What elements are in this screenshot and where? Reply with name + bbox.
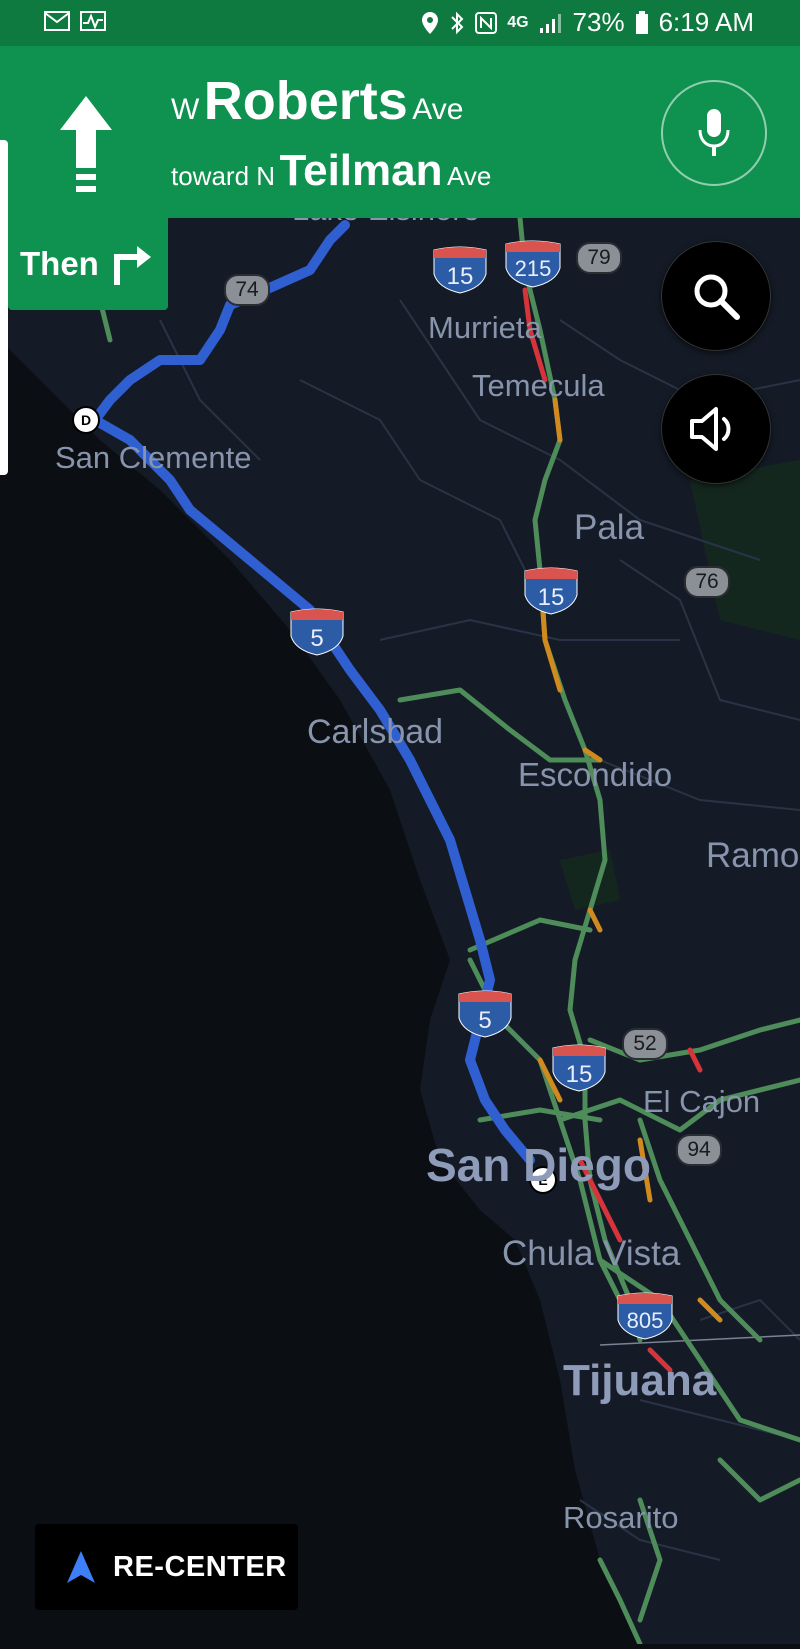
route-badge-76: 76 [684,566,730,598]
place-label-carlsbad: Carlsbad [307,713,444,751]
svg-text:805: 805 [627,1308,664,1333]
interstate-shield-15: 15 [433,246,487,294]
current-street: W Roberts Ave [171,70,463,132]
svg-text:15: 15 [447,263,474,290]
mail-icon [44,11,70,31]
then-next-maneuver[interactable]: Then [8,218,168,310]
interstate-shield-15-south: 15 [524,567,578,615]
svg-text:15: 15 [538,584,565,611]
recenter-button[interactable]: RE-CENTER [35,1524,298,1610]
search-icon [694,274,740,320]
activity-icon [80,11,106,31]
place-label-san-clemente: San Clemente [55,440,252,475]
start-marker[interactable]: D [72,406,100,434]
place-label-temecula: Temecula [472,368,605,403]
svg-text:15: 15 [566,1061,593,1088]
side-drawer-handle[interactable] [0,140,8,475]
sound-button[interactable] [661,374,771,484]
svg-text:215: 215 [515,256,552,281]
interstate-shield-215: 215 [505,240,561,288]
mic-icon [698,109,730,156]
place-label-pala: Pala [574,508,645,547]
bluetooth-icon [451,11,464,34]
turn-right-icon [113,246,151,285]
toward-street-name: Teilman [279,146,443,195]
location-icon [422,11,439,34]
network-type: 4G [507,13,529,31]
route-badge-94: 94 [676,1134,722,1166]
straight-arrow-icon [60,96,112,192]
status-bar: 4G 73% 6:19 AM [0,0,800,46]
place-label-ramona: Ramo [706,836,800,875]
battery-percent: 73% [572,7,625,37]
svg-text:5: 5 [310,625,323,652]
route-badge-74: 74 [224,274,270,306]
place-label-escondido: Escondido [518,756,673,793]
interstate-shield-5-north: 5 [290,608,344,656]
street-suffix: Ave [412,93,464,126]
place-label-rosarito: Rosarito [563,1500,679,1535]
signal-icon [539,13,561,33]
nfc-icon [475,11,498,34]
toward-label: toward N [171,161,276,191]
recenter-label: RE-CENTER [113,1550,287,1583]
interstate-shield-805: 805 [617,1292,673,1340]
street-name: Roberts [203,71,408,131]
interstate-shield-15-san-diego: 15 [552,1044,606,1092]
place-label-murrieta: Murrieta [428,310,542,345]
search-button[interactable] [661,241,771,351]
place-label-el-cajon: El Cajon [643,1084,761,1119]
toward-street: toward N Teilman Ave [171,146,491,196]
then-label: Then [20,245,99,282]
route-badge-52: 52 [622,1028,668,1060]
clock: 6:19 AM [658,7,754,37]
toward-street-suffix: Ave [446,161,492,191]
volume-icon [690,407,731,451]
route-badge-79: 79 [576,242,622,274]
battery-icon [635,10,648,34]
interstate-shield-5-south: 5 [458,990,512,1038]
place-label-chula-vista: Chula Vista [502,1234,681,1273]
street-prefix: W [171,93,200,126]
voice-button[interactable] [661,80,767,186]
place-label-tijuana: Tijuana [563,1356,717,1405]
navigation-arrow-icon [67,1551,95,1583]
place-label-san-diego: San Diego [426,1139,651,1191]
svg-text:5: 5 [478,1007,491,1034]
